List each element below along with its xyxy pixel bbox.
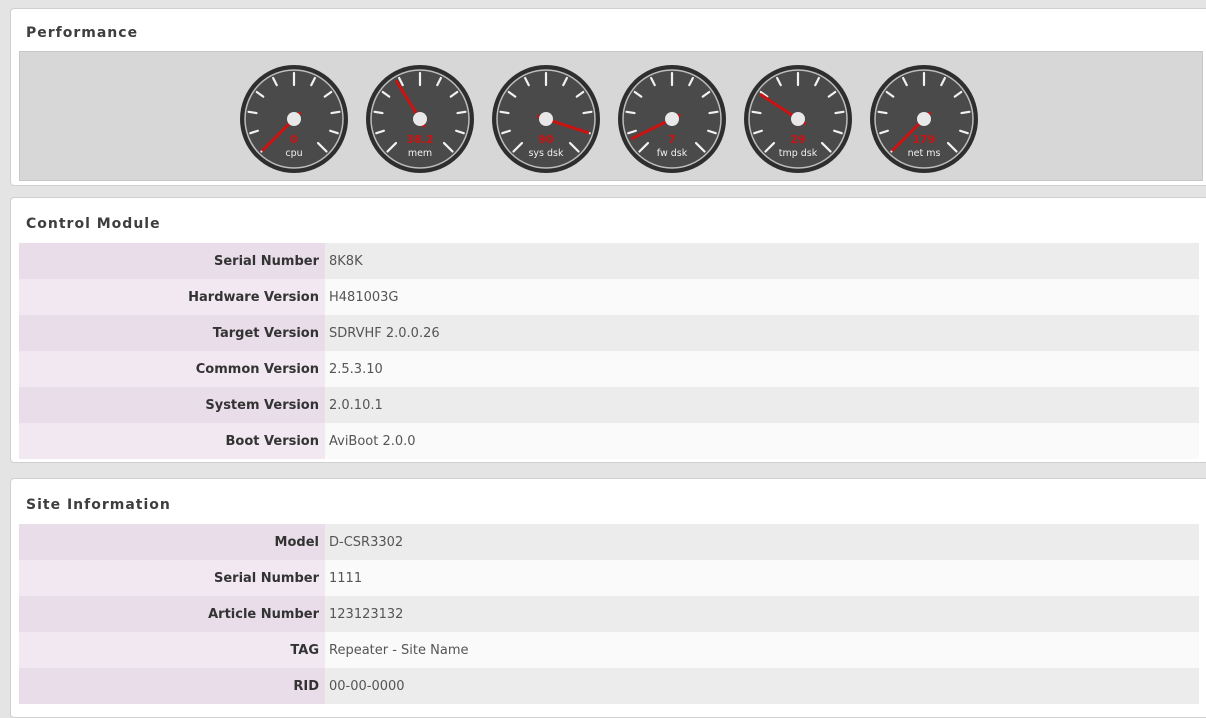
gauge-value: 0	[290, 133, 298, 146]
row-key: Model	[19, 524, 325, 560]
row-key: Boot Version	[19, 423, 325, 459]
gauge-tmp-dsk: 29 tmp dsk	[743, 64, 853, 174]
gauge-label: tmp dsk	[779, 148, 818, 159]
row-key: Target Version	[19, 315, 325, 351]
gauge-dial: 7 fw dsk	[618, 65, 726, 173]
gauge-fw-dsk: 7 fw dsk	[617, 64, 727, 174]
gauge-hub	[287, 112, 301, 126]
gauge-tick	[625, 110, 636, 115]
gauge-hub	[791, 112, 805, 126]
gauge-dial: 38.2 mem	[366, 65, 474, 173]
gauge-mem: 38.2 mem	[365, 64, 475, 174]
row-value: 1111	[325, 560, 1199, 596]
gauge-net-ms: 179 net ms	[869, 64, 979, 174]
row-key: Serial Number	[19, 243, 325, 279]
gauge-dial: 90 sys dsk	[492, 65, 600, 173]
row-value: 2.0.10.1	[325, 387, 1199, 423]
gauge-hub	[413, 112, 427, 126]
gauge-value: 90	[538, 133, 554, 146]
gauge-label: mem	[408, 148, 432, 159]
row-value: D-CSR3302	[325, 524, 1199, 560]
table-row: Serial Number 8K8K	[19, 243, 1199, 279]
gauge-tick	[456, 110, 467, 115]
gauge-tick	[499, 110, 510, 115]
gauge-tick	[373, 110, 384, 115]
gauge-hub	[665, 112, 679, 126]
control-module-title: Control Module	[26, 216, 161, 232]
performance-title: Performance	[26, 25, 139, 41]
site-information-title: Site Information	[26, 497, 171, 513]
gauge-value: 38.2	[406, 133, 433, 146]
table-row: Article Number 123123132	[19, 596, 1199, 632]
row-value: Repeater - Site Name	[325, 632, 1199, 668]
gauge-label: fw dsk	[657, 148, 688, 159]
gauge-value: 179	[913, 133, 936, 146]
row-key: Serial Number	[19, 560, 325, 596]
row-key: Article Number	[19, 596, 325, 632]
control-module-table: Serial Number 8K8K Hardware Version H48100…	[19, 243, 1199, 459]
table-row: Boot Version AviBoot 2.0.0	[19, 423, 1199, 459]
gauge-label: net ms	[908, 148, 941, 159]
row-value: 00-00-0000	[325, 668, 1199, 704]
row-key: Hardware Version	[19, 279, 325, 315]
gauge-sys-dsk: 90 sys dsk	[491, 64, 601, 174]
table-row: Common Version 2.5.3.10	[19, 351, 1199, 387]
gauge-dial: 29 tmp dsk	[744, 65, 852, 173]
gauge-tick	[960, 110, 971, 115]
site-information-panel: Site Information Model D-CSR3302 Serial N…	[10, 478, 1206, 718]
gauge-hub	[539, 112, 553, 126]
row-value: 123123132	[325, 596, 1199, 632]
table-row: TAG Repeater - Site Name	[19, 632, 1199, 668]
row-value: 2.5.3.10	[325, 351, 1199, 387]
gauge-container: 0 cpu 38.2 mem 90 sys dsk 7 fw dsk 29 tmp dsk 179 n…	[19, 51, 1203, 181]
row-key: RID	[19, 668, 325, 704]
row-value: AviBoot 2.0.0	[325, 423, 1199, 459]
gauge-dial: 0 cpu	[240, 65, 348, 173]
gauge-value: 7	[668, 133, 676, 146]
row-key: Common Version	[19, 351, 325, 387]
table-row: RID 00-00-0000	[19, 668, 1199, 704]
gauge-tick	[247, 110, 258, 115]
gauge-row: 0 cpu 38.2 mem 90 sys dsk 7 fw dsk 29 tmp dsk 179 n…	[239, 64, 979, 174]
gauge-tick	[834, 110, 845, 115]
table-row: System Version 2.0.10.1	[19, 387, 1199, 423]
row-value: SDRVHF 2.0.0.26	[325, 315, 1199, 351]
table-row: Serial Number 1111	[19, 560, 1199, 596]
gauge-tick	[751, 110, 762, 115]
table-row: Target Version SDRVHF 2.0.0.26	[19, 315, 1199, 351]
performance-panel: Performance 0 cpu 38.2 mem 90 sys dsk 7 fw dsk 2…	[10, 8, 1206, 186]
gauge-tick	[708, 110, 719, 115]
gauge-tick	[330, 110, 341, 115]
gauge-tick	[877, 110, 888, 115]
gauge-cpu: 0 cpu	[239, 64, 349, 174]
row-key: System Version	[19, 387, 325, 423]
row-value: 8K8K	[325, 243, 1199, 279]
table-row: Model D-CSR3302	[19, 524, 1199, 560]
row-key: TAG	[19, 632, 325, 668]
site-information-table: Model D-CSR3302 Serial Number 1111 Article…	[19, 524, 1199, 704]
row-value: H481003G	[325, 279, 1199, 315]
control-module-panel: Control Module Serial Number 8K8K Hardwar…	[10, 197, 1206, 463]
gauge-value: 29	[790, 133, 805, 146]
gauge-label: sys dsk	[528, 148, 564, 159]
table-row: Hardware Version H481003G	[19, 279, 1199, 315]
gauge-label: cpu	[285, 148, 302, 159]
gauge-tick	[582, 110, 593, 115]
gauge-dial: 179 net ms	[870, 65, 978, 173]
gauge-hub	[917, 112, 931, 126]
